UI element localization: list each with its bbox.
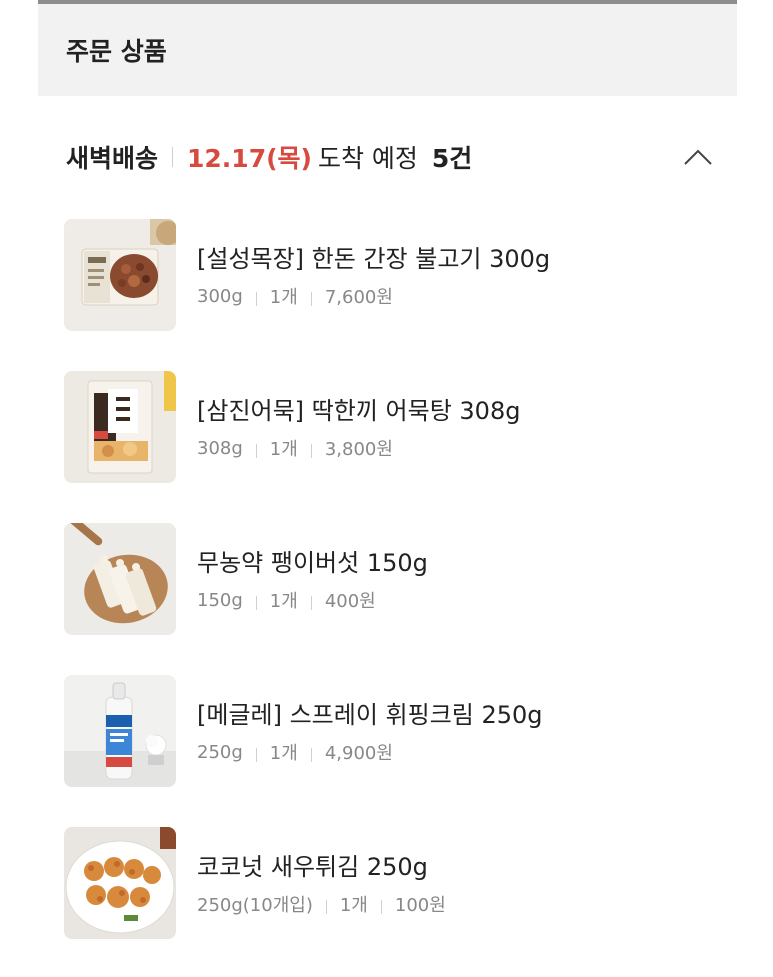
product-quantity: 1개 <box>339 895 368 916</box>
product-weight: 308g <box>197 437 243 459</box>
product-thumbnail <box>64 371 176 483</box>
product-quantity: 1개 <box>269 439 298 460</box>
order-products-header: 주문 상품 <box>38 4 737 96</box>
meta-separator <box>380 900 382 914</box>
meta-separator <box>310 596 312 610</box>
order-item[interactable]: 무농약 팽이버섯 150g 150g 1개 400원 <box>64 523 724 635</box>
product-meta: 250g(10개입) 1개 100원 <box>197 891 446 917</box>
product-price: 4,900원 <box>324 743 393 764</box>
order-item[interactable]: [설성목장] 한돈 간장 불고기 300g 300g 1개 7,600원 <box>64 219 724 331</box>
section-title: 주문 상품 <box>66 37 167 66</box>
product-weight: 250g(10개입) <box>197 895 313 916</box>
collapse-button[interactable] <box>680 139 716 175</box>
delivery-summary: 새벽배송 12.17(목) 도착 예정 5건 <box>66 133 716 181</box>
product-thumbnail <box>64 827 176 939</box>
delivery-status: 도착 예정 <box>317 144 418 173</box>
product-meta: 300g 1개 7,600원 <box>197 283 393 309</box>
meta-separator <box>255 748 257 762</box>
product-name[interactable]: [설성목장] 한돈 간장 불고기 300g <box>197 239 550 274</box>
product-weight: 300g <box>197 285 243 307</box>
item-count: 5건 <box>431 144 473 173</box>
product-price: 3,800원 <box>324 439 393 460</box>
meta-separator <box>255 596 257 610</box>
chevron-up-icon <box>684 149 712 165</box>
product-price: 7,600원 <box>324 287 393 308</box>
meta-separator <box>255 444 257 458</box>
product-thumbnail <box>64 675 176 787</box>
product-name[interactable]: 코코넛 새우튀김 250g <box>197 847 428 882</box>
order-item[interactable]: [메글레] 스프레이 휘핑크림 250g 250g 1개 4,900원 <box>64 675 724 787</box>
meta-separator <box>255 292 257 306</box>
delivery-divider <box>172 147 174 167</box>
delivery-date: 12.17(목) <box>187 144 312 173</box>
product-meta: 250g 1개 4,900원 <box>197 739 393 765</box>
delivery-type: 새벽배송 <box>66 144 159 173</box>
product-name[interactable]: [삼진어묵] 딱한끼 어묵탕 308g <box>197 391 520 426</box>
product-quantity: 1개 <box>269 591 298 612</box>
order-item[interactable]: [삼진어묵] 딱한끼 어묵탕 308g 308g 1개 3,800원 <box>64 371 724 483</box>
product-price: 400원 <box>324 591 376 612</box>
product-weight: 150g <box>197 589 243 611</box>
meta-separator <box>310 292 312 306</box>
product-name[interactable]: 무농약 팽이버섯 150g <box>197 543 428 578</box>
product-name[interactable]: [메글레] 스프레이 휘핑크림 250g <box>197 695 543 730</box>
product-meta: 308g 1개 3,800원 <box>197 435 393 461</box>
product-quantity: 1개 <box>269 287 298 308</box>
meta-separator <box>310 444 312 458</box>
meta-separator <box>325 900 327 914</box>
order-item[interactable]: 코코넛 새우튀김 250g 250g(10개입) 1개 100원 <box>64 827 724 939</box>
product-meta: 150g 1개 400원 <box>197 587 376 613</box>
product-price: 100원 <box>394 895 446 916</box>
product-thumbnail <box>64 219 176 331</box>
product-thumbnail <box>64 523 176 635</box>
product-quantity: 1개 <box>269 743 298 764</box>
meta-separator <box>310 748 312 762</box>
product-weight: 250g <box>197 741 243 763</box>
